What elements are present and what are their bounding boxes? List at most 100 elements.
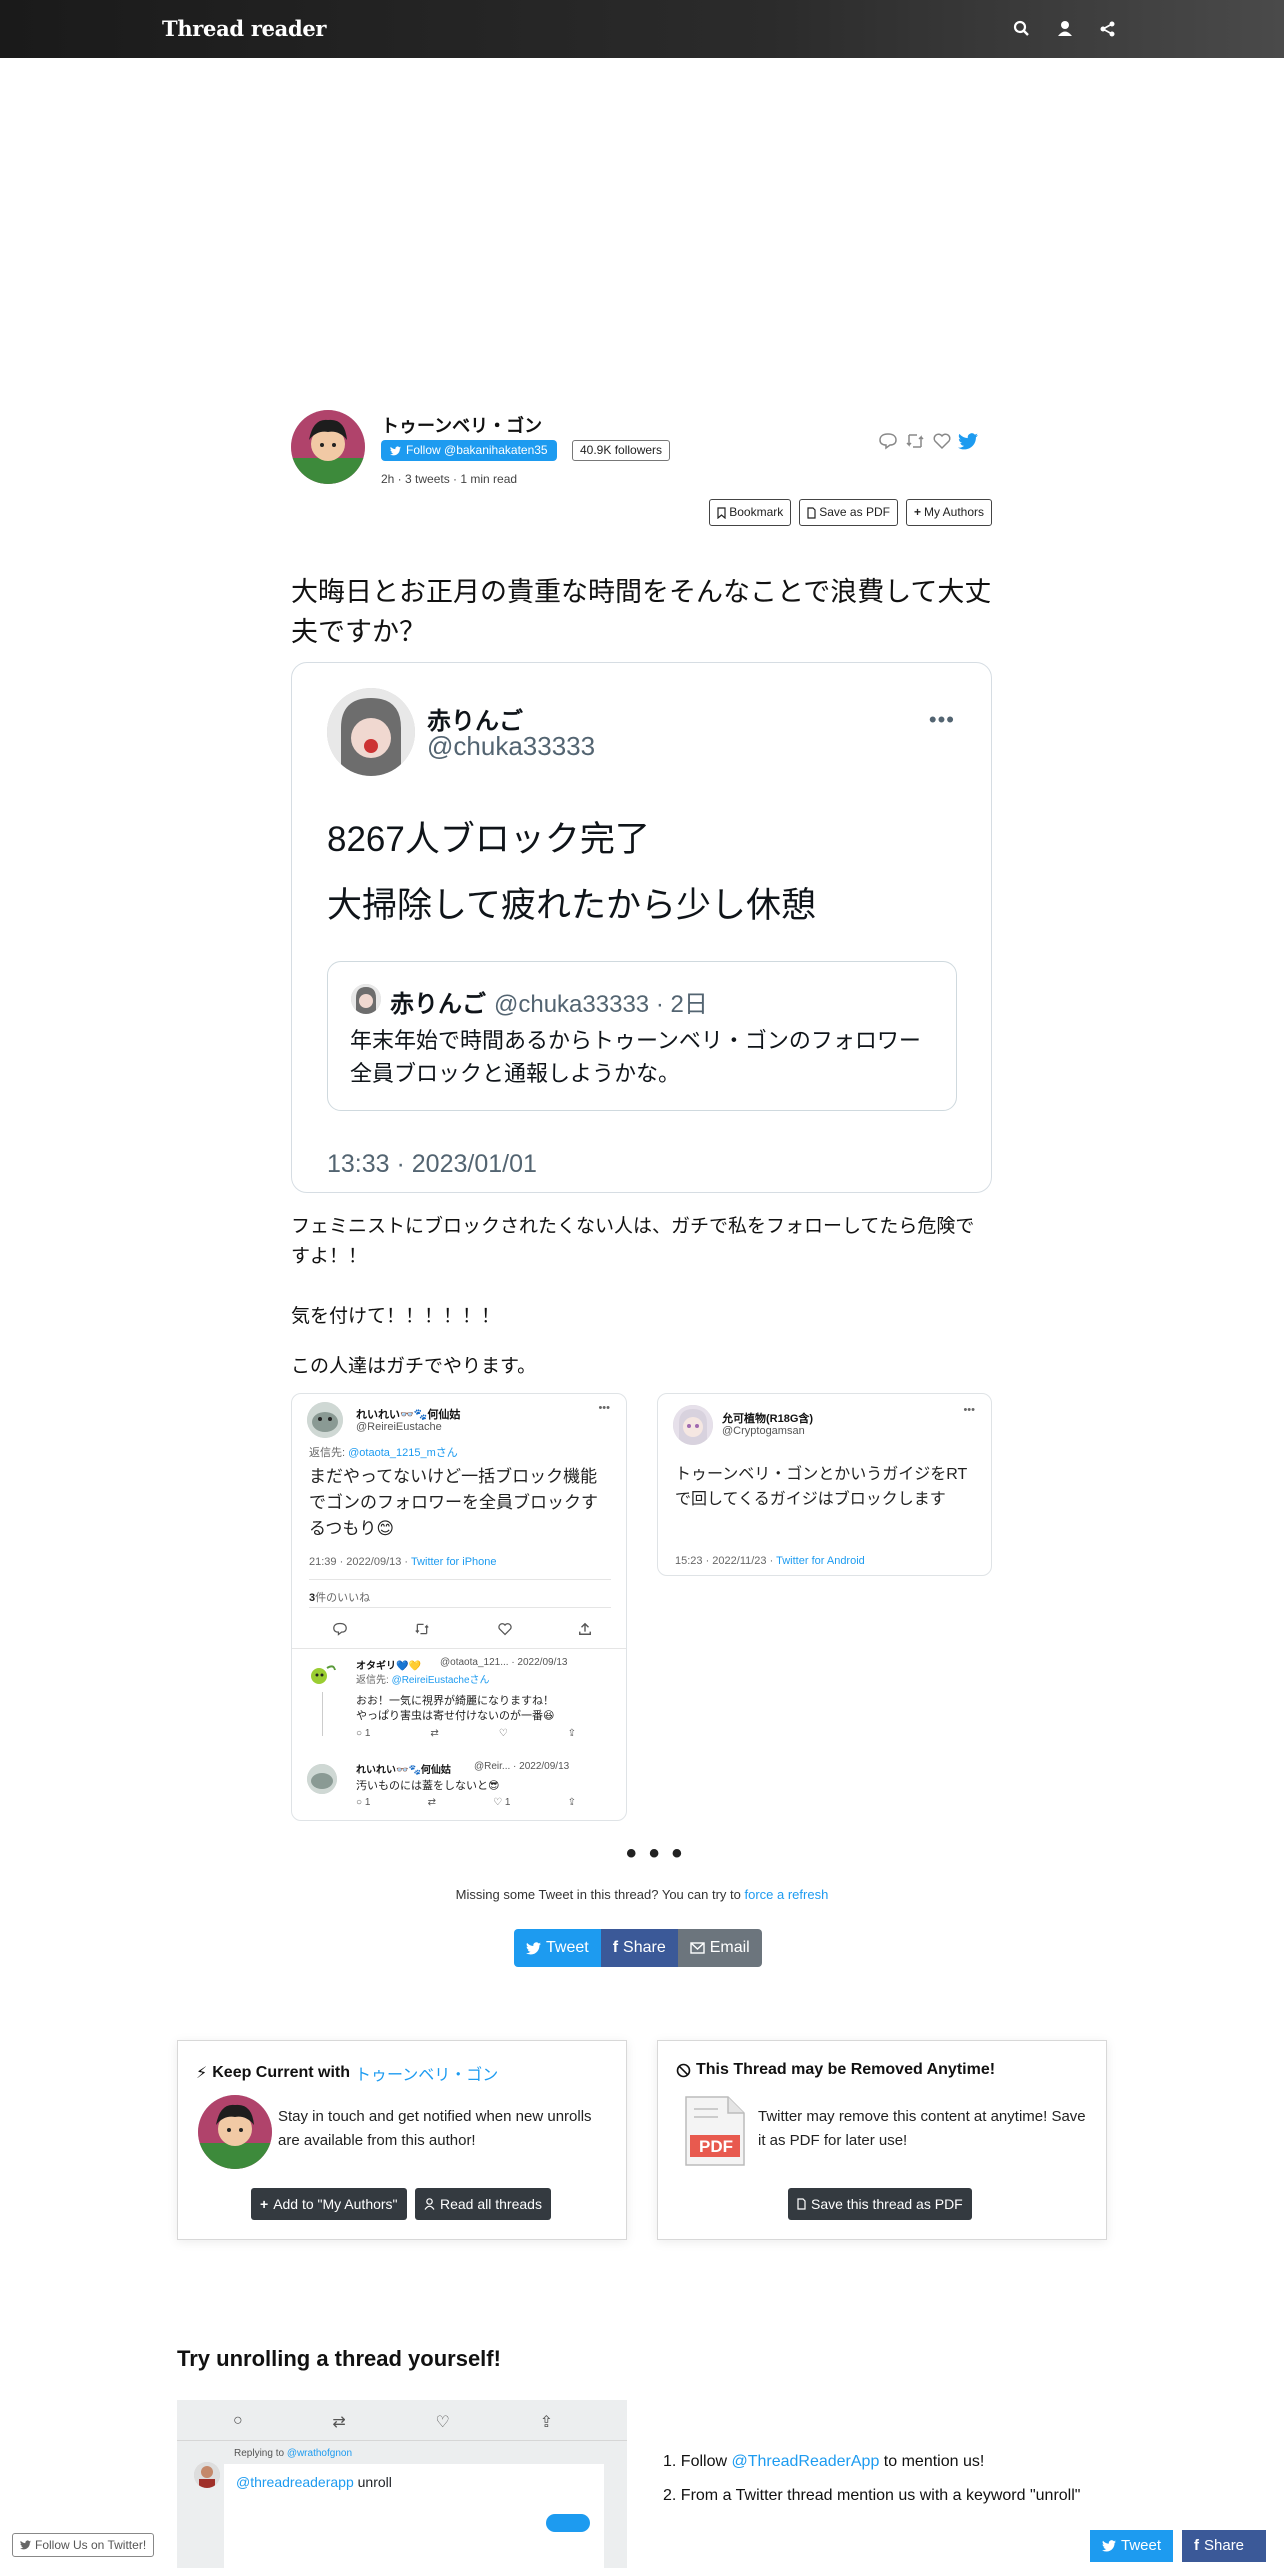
footer-share-button[interactable]: f Share bbox=[1182, 2530, 1266, 2562]
step1-prefix: 1. Follow bbox=[663, 2453, 732, 2470]
tweet-image-left[interactable]: れいれい👓🐾何仙姑 @ReireiEustache ••• 返信先: @otao… bbox=[291, 1393, 627, 1821]
tweet-share-button[interactable]: Tweet bbox=[514, 1929, 601, 1967]
tweet-image-right[interactable]: 允可植物(R18G含) @Cryptogamsan ••• トゥーンベリ・ゴンと… bbox=[657, 1393, 992, 1576]
facebook-share-button[interactable]: f Share bbox=[600, 1929, 678, 1967]
quoted-handle: @chuka33333 · 2日 bbox=[494, 991, 708, 1018]
retweet-icon: ⇄ bbox=[332, 2414, 346, 2431]
add-to-my-authors-button[interactable]: + Add to "My Authors" bbox=[251, 2188, 407, 2220]
card-avatar bbox=[307, 1402, 343, 1438]
follow-label: Follow @bakanihakaten35 bbox=[406, 443, 548, 457]
follow-button[interactable]: Follow @bakanihakaten35 bbox=[381, 440, 557, 461]
share-icon[interactable] bbox=[1098, 19, 1118, 39]
card-body: トゥーンベリ・ゴンとかいうガイジをRTで回してくるガイジはブロックします bbox=[675, 1466, 968, 1508]
share-buttons: Tweet f Share Email bbox=[514, 1929, 762, 1967]
footer-tweet-button[interactable]: Tweet bbox=[1090, 2530, 1174, 2562]
card-client: Twitter for iPhone bbox=[410, 1556, 497, 1568]
read-all-label: Read all threads bbox=[440, 2196, 542, 2212]
force-refresh-link[interactable]: force a refresh bbox=[744, 1887, 828, 1902]
thread-end-ellipsis: • • • bbox=[626, 1837, 685, 1870]
removal-text: Twitter may remove this content at anyti… bbox=[758, 2108, 1086, 2149]
reply2-like-count: 1 bbox=[504, 1797, 511, 1808]
paragraph-3: この人達はガチでやります。 bbox=[291, 1356, 537, 1377]
tweet-body-line1: 8267人ブロック完了 bbox=[327, 820, 650, 859]
demo-reply-prefix: Replying to bbox=[234, 2448, 287, 2459]
bookmark-label: Bookmark bbox=[729, 505, 784, 519]
upload-icon bbox=[579, 1622, 591, 1635]
followers-count: 40.9K followers bbox=[572, 440, 671, 461]
card-likes: 3件のいいね bbox=[309, 1589, 370, 1605]
reply-icon: ○ bbox=[233, 2412, 243, 2429]
reply1-line2: やっぱり害虫は寄せ付けないのが一番😆 bbox=[356, 1710, 555, 1722]
reply1-name: オタギリ💙💛 bbox=[356, 1661, 421, 1672]
more-options-icon: ••• bbox=[598, 1402, 610, 1414]
thread-actions: Bookmark Save as PDF + My Authors bbox=[709, 499, 992, 526]
step-2: 2. From a Twitter thread mention us with… bbox=[663, 2487, 1081, 2504]
like-icon[interactable] bbox=[932, 432, 952, 455]
like-icon: ♡ 1 bbox=[493, 1797, 511, 1808]
card-time-text: 15:23 · 2022/11/23 · bbox=[675, 1555, 777, 1567]
keep-current-author-link[interactable]: トゥーンベリ・ゴン bbox=[355, 2061, 498, 2085]
reply2-line1: 汚いものには蓋をしないと😎 bbox=[356, 1780, 500, 1792]
plus-icon: + bbox=[260, 2196, 269, 2212]
threadreaderapp-link[interactable]: @ThreadReaderApp bbox=[731, 2453, 879, 2470]
tweet-avatar bbox=[327, 688, 415, 776]
read-all-threads-button[interactable]: Read all threads bbox=[415, 2188, 551, 2220]
facebook-icon: f bbox=[1194, 2537, 1199, 2554]
paragraph-1: フェミニストにブロックされたくない人は、ガチで私をフォローしてたら危険ですよ！！ bbox=[291, 1216, 975, 1267]
bookmark-icon bbox=[717, 506, 726, 519]
demo-avatar bbox=[194, 2462, 220, 2488]
follow-us-button[interactable]: Follow Us on Twitter! bbox=[12, 2533, 155, 2557]
demo-word: unroll bbox=[353, 2474, 392, 2490]
embedded-tweet-image[interactable]: 赤りんご @chuka33333 ••• 8267人ブロック完了 大掃除して疲れ… bbox=[291, 662, 992, 1193]
retweet-icon: ⇄ bbox=[430, 1728, 439, 1739]
reply2-reply-count: 1 bbox=[364, 1797, 371, 1808]
upload-icon: ⇪ bbox=[567, 1797, 576, 1808]
like-icon: ♡ bbox=[435, 2414, 450, 2431]
quoted-name: 赤りんご bbox=[390, 991, 486, 1018]
divider bbox=[309, 1579, 611, 1580]
tweet-author-handle: @chuka33333 bbox=[427, 731, 596, 761]
email-share-button[interactable]: Email bbox=[677, 1929, 762, 1967]
add-label: Add to "My Authors" bbox=[273, 2196, 398, 2212]
ad-space bbox=[0, 58, 1284, 398]
keep-current-prefix: Keep Current with bbox=[212, 2064, 351, 2081]
twitter-icon[interactable] bbox=[958, 432, 978, 455]
tweet-body-line2: 大掃除して疲れたから少し休憩 bbox=[327, 886, 816, 925]
author-avatar[interactable] bbox=[198, 2095, 272, 2169]
tweet-label: Tweet bbox=[546, 1939, 589, 1956]
twitter-bird-icon bbox=[1102, 2540, 1116, 2552]
author-avatar[interactable] bbox=[291, 410, 365, 484]
footer-tweet-label: Tweet bbox=[1121, 2537, 1162, 2554]
tweet-timestamp: 13:33 · 2023/01/01 bbox=[327, 1150, 537, 1178]
lightning-icon: ⚡ bbox=[196, 2065, 208, 2082]
pdf-file-icon bbox=[807, 506, 816, 519]
demo-compose-text: @threadreaderapp unroll bbox=[236, 2474, 392, 2490]
reply-to-handle: @ReireiEustacheさん bbox=[391, 1675, 490, 1686]
save-pdf-button[interactable]: Save as PDF bbox=[799, 499, 898, 526]
search-icon[interactable] bbox=[1012, 19, 1032, 39]
save-thread-pdf-label: Save this thread as PDF bbox=[811, 2196, 963, 2212]
card-time-text: 21:39 · 2022/09/13 · bbox=[309, 1556, 411, 1568]
user-icon[interactable] bbox=[1055, 19, 1075, 39]
reply-icon[interactable] bbox=[878, 432, 898, 455]
share-label: Share bbox=[623, 1939, 666, 1956]
ban-icon bbox=[676, 2063, 691, 2077]
card-client: Twitter for Android bbox=[776, 1555, 865, 1567]
quoted-avatar bbox=[351, 984, 381, 1014]
demo-actions: ○ ⇄ ♡ ⇪ bbox=[233, 2412, 553, 2432]
my-authors-button[interactable]: + My Authors bbox=[905, 499, 992, 526]
reply1-line1: おお！一気に視界が綺麗になりますね！ bbox=[356, 1695, 554, 1707]
thread-meta: 2h · 3 tweets · 1 min read bbox=[381, 472, 518, 486]
card-handle: @ReireiEustache bbox=[356, 1421, 442, 1433]
lead-text: 大晦日とお正月の貴重な時間をそんなことで浪費して大丈夫ですか？ bbox=[291, 577, 992, 647]
bookmark-button[interactable]: Bookmark bbox=[709, 499, 792, 526]
brand-logo[interactable]: Thread reader bbox=[162, 16, 326, 41]
card-handle: @Cryptogamsan bbox=[722, 1425, 805, 1437]
retweet-icon[interactable] bbox=[904, 432, 926, 455]
reply1-handle: @otaota_121... · 2022/09/13 bbox=[440, 1657, 568, 1668]
author-name[interactable]: トゥーンベリ・ゴン bbox=[381, 412, 542, 438]
save-thread-pdf-button[interactable]: Save this thread as PDF bbox=[788, 2188, 972, 2220]
card-avatar bbox=[673, 1405, 713, 1445]
unroll-steps: 1. Follow @ThreadReaderApp to mention us… bbox=[663, 2440, 1080, 2518]
divider bbox=[177, 2440, 627, 2441]
